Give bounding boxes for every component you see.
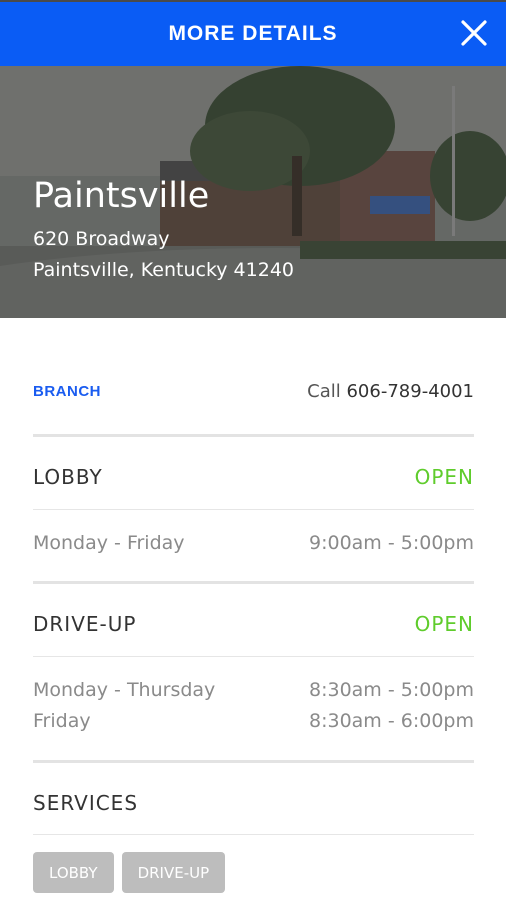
divider bbox=[33, 434, 474, 437]
services-header: SERVICES bbox=[33, 789, 474, 817]
service-chip-drive-up[interactable]: DRIVE-UP bbox=[121, 852, 226, 893]
divider bbox=[33, 509, 474, 510]
hours-days: Monday - Thursday bbox=[33, 679, 216, 701]
page-title: MORE DETAILS bbox=[168, 22, 338, 45]
service-chip-lobby[interactable]: LOBBY bbox=[33, 852, 114, 893]
branch-contact-row: BRANCH Call 606-789-4001 bbox=[33, 378, 474, 404]
branch-name: Paintsville bbox=[33, 176, 210, 216]
services-title: SERVICES bbox=[33, 791, 139, 815]
branch-type-label: BRANCH bbox=[33, 382, 101, 400]
phone-number: 606-789-4001 bbox=[346, 380, 474, 402]
divider bbox=[33, 656, 474, 657]
branch-address-line2: Paintsville, Kentucky 41240 bbox=[33, 259, 294, 281]
header-bar: MORE DETAILS bbox=[0, 0, 506, 66]
branch-photo: Paintsville 620 Broadway Paintsville, Ke… bbox=[0, 66, 506, 318]
lobby-title: LOBBY bbox=[33, 465, 103, 489]
drive-up-header: DRIVE-UP OPEN bbox=[33, 610, 474, 638]
hours-days: Monday - Friday bbox=[33, 532, 185, 554]
hours-days: Friday bbox=[33, 710, 91, 732]
divider bbox=[33, 834, 474, 835]
lobby-status: OPEN bbox=[414, 465, 474, 489]
lobby-header: LOBBY OPEN bbox=[33, 463, 474, 491]
divider bbox=[33, 760, 474, 763]
call-link[interactable]: Call 606-789-4001 bbox=[307, 381, 474, 402]
hours-time: 9:00am - 5:00pm bbox=[309, 532, 474, 554]
drive-up-status: OPEN bbox=[414, 612, 474, 636]
hours-time: 8:30am - 5:00pm bbox=[309, 679, 474, 701]
services-chips: LOBBY DRIVE-UP bbox=[33, 852, 226, 893]
drive-up-hours-row: Monday - Thursday 8:30am - 5:00pm bbox=[33, 676, 474, 704]
close-icon[interactable] bbox=[460, 19, 488, 47]
drive-up-hours-row: Friday 8:30am - 6:00pm bbox=[33, 707, 474, 735]
drive-up-title: DRIVE-UP bbox=[33, 612, 137, 636]
branch-address-line1: 620 Broadway bbox=[33, 228, 170, 250]
call-prefix: Call bbox=[307, 380, 347, 402]
hours-time: 8:30am - 6:00pm bbox=[309, 710, 474, 732]
lobby-hours-row: Monday - Friday 9:00am - 5:00pm bbox=[33, 529, 474, 557]
divider bbox=[33, 581, 474, 584]
